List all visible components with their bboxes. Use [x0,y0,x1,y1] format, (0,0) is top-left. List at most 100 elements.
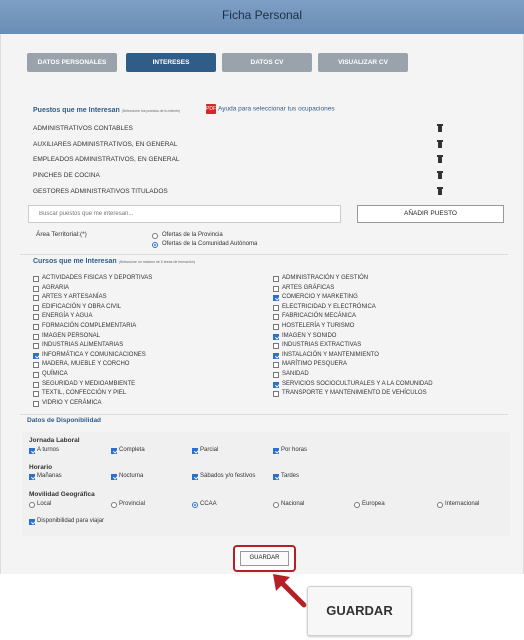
tab-intereses[interactable]: INTERESES [126,53,216,72]
curso-checkbox[interactable] [33,324,39,330]
curso-checkbox[interactable] [33,333,39,340]
curso-checkbox[interactable] [273,314,279,321]
radio-comunidad-label: Ofertas de la Comunidad Autónoma [162,241,258,247]
curso-label: SANIDAD [282,371,309,377]
radio-nacional[interactable] [273,502,279,508]
divider [20,414,508,415]
curso-checkbox[interactable] [33,400,39,407]
curso-checkbox[interactable] [33,295,39,302]
curso-checkbox[interactable] [273,391,279,398]
checkbox-viajar[interactable] [29,519,35,525]
curso-checkbox[interactable] [273,285,279,292]
puestos-title: Puestos que me Interesan (Seleccione los… [33,107,181,114]
curso-checkbox[interactable] [273,304,279,311]
movilidad-label: Movilidad Geográfica [29,491,95,498]
curso-checkbox[interactable] [33,343,39,350]
checkbox-a-turnos[interactable] [29,448,35,454]
pdf-icon: PDF [206,104,216,114]
curso-checkbox[interactable] [33,362,39,369]
jornada-label: Jornada Laboral [29,437,80,444]
curso-label: COMERCIO Y MARKETING [282,294,358,301]
checkbox-por-horas[interactable] [273,448,279,454]
curso-label: TRANSPORTE Y MANTENIMIENTO DE VEHÍCULOS [282,390,427,397]
search-puestos-input[interactable] [28,205,341,223]
curso-checkbox[interactable] [273,372,279,378]
trash-icon[interactable] [437,155,443,163]
checkbox-parcial[interactable] [192,448,198,454]
curso-checkbox[interactable] [273,333,279,340]
curso-checkbox[interactable] [33,285,39,292]
tab-visualizar-cv[interactable]: VISUALIZAR CV [318,53,408,72]
arrow-icon [273,574,307,608]
trash-icon[interactable] [437,140,443,148]
label-viajar: Disponibilidad para viajar [37,518,105,524]
radio-comunidad[interactable] [152,242,158,248]
label-provincial: Provincial [119,501,146,507]
curso-checkbox[interactable] [273,276,279,282]
curso-checkbox[interactable] [33,391,39,398]
curso-label: ARTES GRÁFICAS [282,284,335,291]
tab-datos-cv[interactable]: DATOS CV [222,53,312,72]
add-puesto-button[interactable]: AÑADIR PUESTO [357,205,504,223]
page-title: Ficha Personal [221,8,303,22]
puesto-row: PINCHES DE COCINA [33,168,443,184]
checkbox-tardes[interactable] [273,474,279,480]
help-link[interactable]: PDF Ayuda para seleccionar tus ocupacione… [206,104,335,114]
curso-checkbox[interactable] [273,295,279,302]
puesto-row: ADMINISTRATIVOS CONTABLES [33,121,443,137]
curso-label: MADERA, MUEBLE Y CORCHO [42,361,130,368]
label-mananas: Mañanas [37,473,62,479]
curso-label: ACTIVIDADES FISICAS Y DEPORTIVAS [42,275,153,281]
curso-checkbox[interactable] [33,381,39,388]
curso-label: FABRICACIÓN MECÁNICA [282,313,357,320]
curso-label: AGRARIA [42,284,70,291]
label-completa: Completa [119,447,145,453]
checkbox-sabados[interactable] [192,474,198,480]
curso-label: ENERGÍA Y AGUA [42,313,93,320]
label-por-horas: Por horas [281,447,308,453]
checkbox-completa[interactable] [111,448,117,454]
curso-checkbox[interactable] [33,276,39,282]
curso-checkbox[interactable] [273,381,279,388]
curso-checkbox[interactable] [33,352,39,359]
curso-checkbox[interactable] [33,304,39,311]
radio-provincia[interactable] [152,233,158,239]
radio-ccaa[interactable] [192,502,198,508]
curso-label: INSTALACIÓN Y MANTENIMIENTO [282,351,379,358]
label-ccaa: CCAA [200,501,217,507]
curso-label: IMAGEN PERSONAL [42,332,101,339]
label-nocturna: Nocturna [119,473,144,479]
guardar-highlight: GUARDAR [233,545,296,572]
puesto-row: GESTORES ADMINISTRATIVOS TITULADOS [33,184,443,200]
curso-checkbox[interactable] [273,343,279,350]
curso-checkbox[interactable] [273,324,279,330]
label-tardes: Tardes [281,473,300,479]
curso-checkbox[interactable] [33,314,39,321]
label-sabados: Sábados y/o festivos [200,473,256,479]
radio-local[interactable] [29,502,35,508]
label-europea: Europea [362,501,385,507]
checkbox-nocturna[interactable] [111,474,117,480]
curso-checkbox[interactable] [33,372,39,378]
radio-internacional[interactable] [437,502,443,508]
curso-label: MARÍTIMO PESQUERA [282,361,348,368]
radio-provincial[interactable] [111,502,117,508]
trash-icon[interactable] [437,187,443,195]
radio-europea[interactable] [354,502,360,508]
curso-label: FORMACIÓN COMPLEMENTARIA [42,323,137,329]
label-a-turnos: A turnos [37,447,60,453]
trash-icon[interactable] [437,171,443,179]
curso-label: INDUSTRIAS ALIMENTARIAS [42,342,124,349]
curso-checkbox[interactable] [273,362,279,369]
trash-icon[interactable] [437,124,443,132]
tab-datos-personales[interactable]: DATOS PERSONALES [27,53,117,72]
curso-label: VIDRIO Y CERÁMICA [42,399,102,406]
curso-label: TEXTIL, CONFECCIÓN Y PIEL [42,390,127,397]
guardar-button[interactable]: GUARDAR [240,551,289,566]
curso-label: ELECTRICIDAD Y ELECTRÓNICA [282,303,376,310]
divider [20,254,508,255]
curso-label: SEGURIDAD Y MEDIOAMBIENTE [42,380,136,387]
checkbox-mananas[interactable] [29,474,35,480]
curso-checkbox[interactable] [273,352,279,359]
curso-label: HOSTELERÍA Y TURISMO [282,323,355,329]
